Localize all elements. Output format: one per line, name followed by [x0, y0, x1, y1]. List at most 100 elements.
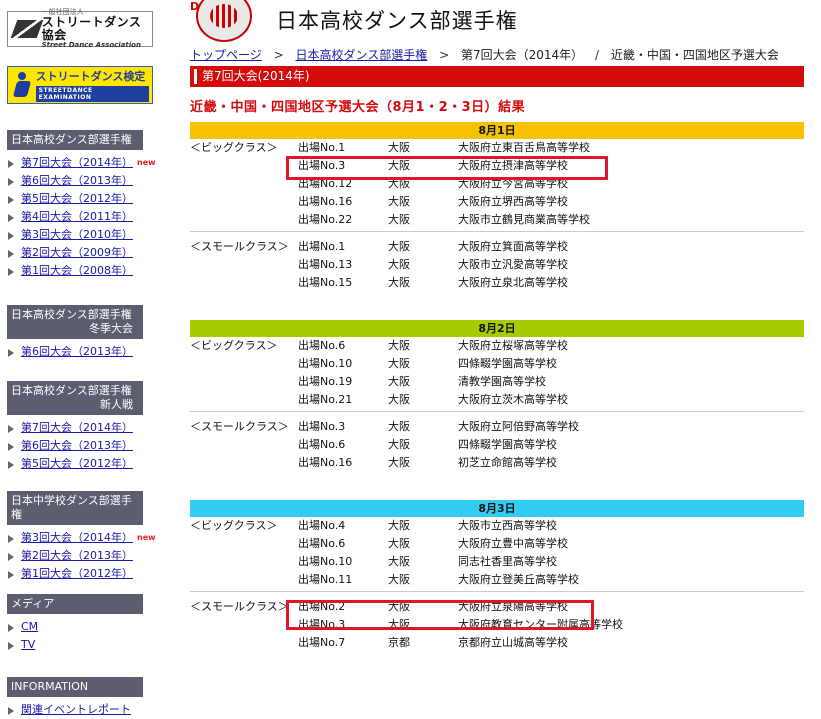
results-title: 近畿・中国・四国地区予選大会（8月1・2・3日）結果	[190, 100, 526, 115]
assoc-logo-line3: Street Dance Association	[41, 40, 141, 49]
entry-number: 出場No.1	[298, 141, 346, 154]
street-dance-association-logo[interactable]: 一般社団法人 ストリートダンス協会 Street Dance Associati…	[7, 8, 153, 49]
sidebar-section-title: 日本高校ダンス部選手権	[11, 308, 132, 321]
sidebar-item: 第3回大会（2014年） new	[7, 529, 167, 547]
school-name: 大阪市立西高等学校	[458, 519, 557, 532]
site-header: D 日本高校ダンス部選手権	[190, 0, 518, 42]
class-label: ＜ビッグクラス＞	[190, 339, 278, 352]
breadcrumb-slash: /	[594, 48, 600, 62]
sidebar-item: 第6回大会（2013年）	[7, 343, 167, 361]
result-row: 出場No.22 大阪 大阪市立鶴見商業高等学校	[190, 211, 804, 229]
sidebar-link[interactable]: 第2回大会（2009年）	[21, 246, 133, 259]
result-row: 出場No.16 大阪 初芝立命館高等学校	[190, 454, 804, 472]
sidebar-link[interactable]: 第3回大会（2010年）	[21, 228, 133, 241]
prefecture: 大阪	[388, 555, 410, 568]
result-row: ＜スモールクラス＞ 出場No.1 大阪 大阪府立箕面高等学校	[190, 238, 804, 256]
result-row: 出場No.19 大阪 清教学園高等学校	[190, 373, 804, 391]
sidebar-link[interactable]: 関連イベントレポート	[21, 703, 131, 716]
breadcrumb-championship-link[interactable]: 日本高校ダンス部選手権	[295, 48, 427, 62]
sidebar-section-header: 日本高校ダンス部選手権 冬季大会	[7, 305, 143, 339]
entry-number: 出場No.22	[298, 213, 353, 226]
breadcrumb-home-link[interactable]: トップページ	[190, 48, 262, 62]
class-label: ＜スモールクラス＞	[190, 420, 289, 433]
sidebar-link[interactable]: 第6回大会（2013年）	[21, 345, 133, 358]
triangle-bullet-icon	[8, 196, 14, 204]
class-label: ＜スモールクラス＞	[190, 240, 289, 253]
triangle-bullet-icon	[8, 232, 14, 240]
street-dance-exam-banner[interactable]: ストリートダンス検定 STREETDANCE EXAMINATION	[7, 66, 153, 104]
sidebar-link[interactable]: 第5回大会（2012年）	[21, 457, 133, 470]
result-row: 出場No.13 大阪 大阪市立汎愛高等学校	[190, 256, 804, 274]
result-row: 出場No.10 大阪 同志社香里高等学校	[190, 553, 804, 571]
sidebar-link[interactable]: 第2回大会（2013年）	[21, 549, 133, 562]
sidebar-list: CM TV	[7, 618, 167, 654]
sidebar-item: 第4回大会（2011年）	[7, 208, 167, 226]
class-label: ＜ビッグクラス＞	[190, 519, 278, 532]
sidebar-section: 日本高校ダンス部選手権第7回大会（2014年） new 第6回大会（2013年） 第5…	[7, 130, 167, 280]
sidebar-section-header: 日本高校ダンス部選手権	[7, 130, 143, 150]
sidebar-link[interactable]: 第5回大会（2012年）	[21, 192, 133, 205]
sidebar-section: 日本高校ダンス部選手権 冬季大会第6回大会（2013年）	[7, 305, 167, 361]
sidebar-item: 第5回大会（2012年）	[7, 190, 167, 208]
sidebar-link[interactable]: TV	[21, 638, 35, 651]
school-name: 大阪府立豊中高等学校	[458, 537, 568, 550]
assoc-logo-line2: ストリートダンス協会	[41, 15, 142, 42]
sidebar-section-header: 日本高校ダンス部選手権 新人戦	[7, 381, 143, 415]
sidebar-link[interactable]: 第6回大会（2013年）	[21, 174, 133, 187]
entry-number: 出場No.6	[298, 438, 346, 451]
triangle-bullet-icon	[8, 443, 14, 451]
sidebar: 一般社団法人 ストリートダンス協会 Street Dance Associati…	[0, 0, 170, 716]
entry-number: 出場No.11	[298, 573, 353, 586]
school-name: 初芝立命館高等学校	[458, 456, 557, 469]
class-label: ＜スモールクラス＞	[190, 600, 289, 613]
day-header: 8月1日	[190, 122, 804, 139]
sidebar-link[interactable]: 第3回大会（2014年）	[21, 531, 133, 544]
sidebar-link[interactable]: 第1回大会（2012年）	[21, 567, 133, 580]
dancer-icon	[11, 70, 33, 100]
sidebar-link[interactable]: 第7回大会（2014年）	[21, 156, 133, 169]
sidebar-section-title: メディア	[11, 597, 55, 610]
sidebar-link[interactable]: 第7回大会（2014年）	[21, 421, 133, 434]
group-divider	[190, 231, 804, 232]
sidebar-list: 関連イベントレポート	[7, 701, 167, 719]
entry-number: 出場No.19	[298, 375, 353, 388]
highlight-box	[286, 156, 608, 180]
sidebar-list: 第7回大会（2014年） 第6回大会（2013年） 第5回大会（2012年）	[7, 419, 167, 473]
sidebar-section-title: 日本中学校ダンス部選手権	[11, 494, 132, 521]
sidebar-section-title: INFORMATION	[11, 680, 89, 693]
result-row: 出場No.6 大阪 四條畷学園高等学校	[190, 436, 804, 454]
prefecture: 大阪	[388, 240, 410, 253]
school-name: 大阪府立東百舌鳥高等学校	[458, 141, 590, 154]
sidebar-item: TV	[7, 636, 167, 654]
prefecture: 大阪	[388, 276, 410, 289]
sidebar-item: 第1回大会（2012年）	[7, 565, 167, 583]
new-badge: new	[137, 158, 156, 167]
sidebar-link[interactable]: 第1回大会（2008年）	[21, 264, 133, 277]
triangle-bullet-icon	[8, 178, 14, 186]
sidebar-section: 日本中学校ダンス部選手権第3回大会（2014年） new 第2回大会（2013年） 第…	[7, 491, 167, 583]
group-divider	[190, 591, 804, 592]
breadcrumb-separator: >	[439, 48, 450, 62]
triangle-bullet-icon	[8, 642, 14, 650]
triangle-bullet-icon	[8, 461, 14, 469]
highlight-box	[286, 600, 594, 630]
entry-number: 出場No.3	[298, 420, 346, 433]
sidebar-item: 第3回大会（2010年）	[7, 226, 167, 244]
prefecture: 大阪	[388, 393, 410, 406]
school-name: 大阪府立箕面高等学校	[458, 240, 568, 253]
prefecture: 大阪	[388, 420, 410, 433]
entry-number: 出場No.7	[298, 636, 346, 649]
breadcrumb-tournament: 第7回大会（2014年）	[460, 48, 584, 62]
sidebar-section-title: 日本高校ダンス部選手権	[11, 384, 132, 397]
sidebar-section-header: 日本中学校ダンス部選手権	[7, 491, 143, 525]
sidebar-item: 第7回大会（2014年） new	[7, 154, 167, 172]
school-name: 大阪府立阿倍野高等学校	[458, 420, 579, 433]
sidebar-link[interactable]: CM	[21, 620, 38, 633]
entry-number: 出場No.10	[298, 357, 353, 370]
sidebar-link[interactable]: 第4回大会（2011年）	[21, 210, 133, 223]
exam-banner-subtitle: STREETDANCE EXAMINATION	[35, 86, 149, 102]
triangle-bullet-icon	[8, 214, 14, 222]
sidebar-link[interactable]: 第6回大会（2013年）	[21, 439, 133, 452]
entry-number: 出場No.6	[298, 537, 346, 550]
sidebar-item: 第6回大会（2013年）	[7, 437, 167, 455]
